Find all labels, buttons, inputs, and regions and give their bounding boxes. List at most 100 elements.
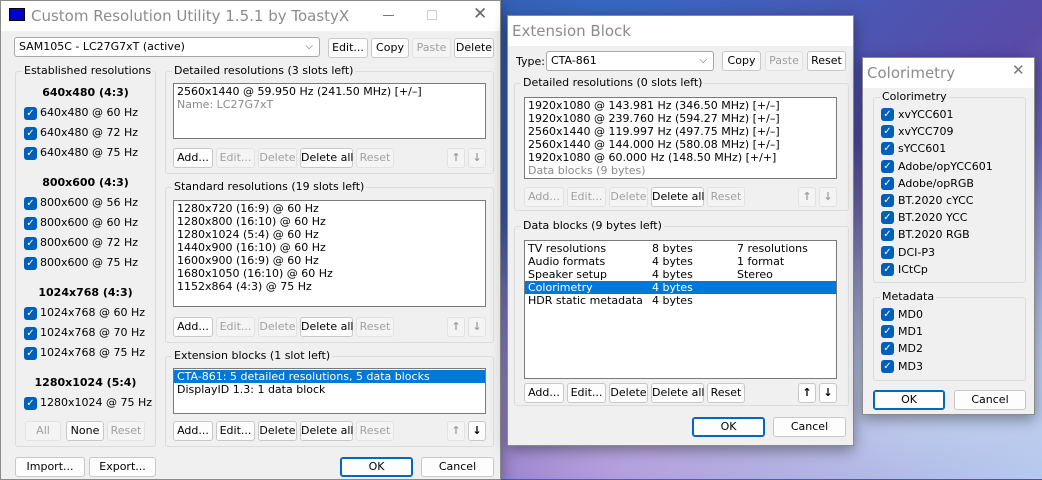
reset-button[interactable]: Reset bbox=[107, 421, 145, 441]
edit-display-button[interactable]: Edit... bbox=[328, 38, 368, 58]
list-item[interactable]: 1280x800 (16:10) @ 60 Hz bbox=[177, 215, 482, 228]
list-item[interactable]: 2560x1440 @ 119.997 Hz (497.75 MHz) [+/–… bbox=[528, 125, 833, 138]
checkbox-icon[interactable]: ✓ bbox=[24, 217, 37, 230]
delete-button[interactable]: Delete bbox=[258, 317, 297, 337]
add-button[interactable]: Add... bbox=[173, 421, 213, 441]
checkbox-icon[interactable]: ✓ bbox=[881, 176, 894, 190]
established-resolution-checkbox[interactable]: 800x600 @ 60 Hz bbox=[40, 216, 138, 229]
checkbox-icon[interactable]: ✓ bbox=[881, 228, 894, 242]
checkbox-label[interactable]: Adobe/opYCC601 bbox=[898, 160, 993, 173]
add-button[interactable]: Add... bbox=[173, 148, 213, 168]
export-button[interactable]: Export... bbox=[89, 457, 156, 477]
minimize-icon[interactable] bbox=[383, 15, 394, 16]
checkbox-label[interactable]: MD3 bbox=[898, 360, 923, 373]
move-down-button[interactable]: ↓ bbox=[468, 421, 486, 441]
copy-button[interactable]: Copy bbox=[722, 51, 761, 71]
checkbox-icon[interactable]: ✓ bbox=[24, 237, 37, 250]
move-down-button[interactable]: ↓ bbox=[468, 148, 486, 168]
copy-button[interactable]: Copy bbox=[371, 38, 409, 58]
list-item[interactable]: 1920x1080 @ 60.000 Hz (148.50 MHz) [+/+] bbox=[528, 151, 833, 164]
list-item[interactable]: 1600x900 (16:9) @ 60 Hz bbox=[177, 254, 482, 267]
delete-all-button[interactable]: Delete all bbox=[300, 148, 354, 168]
data-block-row[interactable]: HDR static metadata 4 bytes bbox=[528, 294, 833, 307]
add-button[interactable]: Add... bbox=[524, 187, 564, 207]
reset-button[interactable]: Reset bbox=[707, 383, 745, 403]
delete-display-button[interactable]: Delete bbox=[454, 38, 494, 58]
paste-button[interactable]: Paste bbox=[412, 38, 451, 58]
all-button[interactable]: All bbox=[25, 421, 61, 441]
list-item[interactable]: 1280x720 (16:9) @ 60 Hz bbox=[177, 202, 482, 215]
cancel-button[interactable]: Cancel bbox=[421, 457, 494, 477]
checkbox-icon[interactable]: ✓ bbox=[881, 245, 894, 259]
extension-blocks-list[interactable]: CTA-861: 5 detailed resolutions, 5 data … bbox=[173, 368, 486, 414]
checkbox-icon[interactable]: ✓ bbox=[24, 147, 37, 160]
checkbox-icon[interactable]: ✓ bbox=[881, 308, 894, 321]
checkbox-icon[interactable]: ✓ bbox=[881, 125, 894, 139]
list-item[interactable]: DisplayID 1.3: 1 data block bbox=[177, 383, 482, 396]
move-up-button[interactable]: ↑ bbox=[798, 187, 816, 207]
move-up-button[interactable]: ↑ bbox=[798, 383, 816, 403]
list-item[interactable]: 2560x1440 @ 144.000 Hz (580.08 MHz) [+/–… bbox=[528, 138, 833, 151]
list-item[interactable]: 1152x864 (4:3) @ 75 Hz bbox=[177, 280, 482, 293]
edit-button[interactable]: Edit... bbox=[567, 383, 606, 403]
checkbox-label[interactable]: ICtCp bbox=[898, 263, 928, 276]
edit-button[interactable]: Edit... bbox=[216, 421, 255, 441]
cancel-button[interactable]: Cancel bbox=[773, 417, 846, 437]
checkbox-icon[interactable]: ✓ bbox=[881, 194, 894, 207]
checkbox-label[interactable]: sYCC601 bbox=[898, 142, 946, 155]
checkbox-label[interactable]: BT.2020 cYCC bbox=[898, 194, 973, 207]
established-resolution-checkbox[interactable]: 800x600 @ 56 Hz bbox=[40, 196, 138, 209]
standard-resolutions-list[interactable]: 1280x720 (16:9) @ 60 Hz 1280x800 (16:10) … bbox=[173, 200, 486, 307]
list-item[interactable]: Data blocks (9 bytes) bbox=[528, 164, 833, 177]
edit-button[interactable]: Edit... bbox=[567, 187, 606, 207]
reset-button[interactable]: Reset bbox=[356, 421, 394, 441]
add-button[interactable]: Add... bbox=[524, 383, 564, 403]
title-bar[interactable]: Colorimetry ✕ bbox=[863, 58, 1034, 88]
ok-button[interactable]: OK bbox=[873, 390, 945, 410]
checkbox-icon[interactable]: ✓ bbox=[881, 108, 894, 121]
delete-all-button[interactable]: Delete all bbox=[300, 421, 354, 441]
reset-button[interactable]: Reset bbox=[356, 317, 394, 337]
established-resolution-checkbox[interactable]: 1024x768 @ 70 Hz bbox=[40, 326, 145, 339]
established-resolution-checkbox[interactable]: 640x480 @ 60 Hz bbox=[40, 106, 138, 119]
list-item[interactable]: 1680x1050 (16:10) @ 60 Hz bbox=[177, 267, 482, 280]
checkbox-icon[interactable]: ✓ bbox=[24, 107, 37, 120]
title-bar[interactable]: Custom Resolution Utility 1.5.1 by Toast… bbox=[1, 1, 500, 31]
data-blocks-list[interactable]: TV resolutions 8 bytes 7 resolutions Audio … bbox=[524, 240, 837, 379]
list-item[interactable]: CTA-861: 5 detailed resolutions, 5 data … bbox=[174, 370, 485, 383]
detailed-resolutions-list[interactable]: 2560x1440 @ 59.950 Hz (241.50 MHz) [+/–]… bbox=[173, 83, 486, 139]
checkbox-icon[interactable]: ✓ bbox=[881, 342, 894, 356]
checkbox-icon[interactable]: ✓ bbox=[24, 307, 37, 320]
established-resolution-checkbox[interactable]: 1280x1024 @ 75 Hz bbox=[40, 396, 152, 409]
checkbox-icon[interactable]: ✓ bbox=[24, 257, 37, 270]
checkbox-label[interactable]: BT.2020 YCC bbox=[898, 211, 967, 224]
checkbox-icon[interactable]: ✓ bbox=[881, 262, 894, 276]
data-block-row[interactable]: Speaker setup 4 bytes Stereo bbox=[528, 268, 833, 281]
move-up-button[interactable]: ↑ bbox=[447, 421, 465, 441]
reset-button[interactable]: Reset bbox=[707, 187, 745, 207]
checkbox-label[interactable]: xvYCC601 bbox=[898, 108, 954, 121]
data-block-row[interactable]: Colorimetry 4 bytes bbox=[525, 281, 836, 294]
established-resolution-checkbox[interactable]: 1024x768 @ 60 Hz bbox=[40, 306, 145, 319]
checkbox-label[interactable]: MD0 bbox=[898, 308, 923, 321]
checkbox-label[interactable]: Adobe/opRGB bbox=[898, 177, 974, 190]
move-up-button[interactable]: ↑ bbox=[447, 317, 465, 337]
title-bar[interactable]: Extension Block bbox=[508, 16, 853, 46]
checkbox-label[interactable]: BT.2020 RGB bbox=[898, 228, 970, 241]
reset-button[interactable]: Reset bbox=[356, 148, 394, 168]
move-down-button[interactable]: ↓ bbox=[819, 383, 837, 403]
delete-all-button[interactable]: Delete all bbox=[300, 317, 354, 337]
delete-all-button[interactable]: Delete all bbox=[651, 187, 705, 207]
established-resolution-checkbox[interactable]: 640x480 @ 75 Hz bbox=[40, 146, 138, 159]
checkbox-icon[interactable]: ✓ bbox=[24, 327, 37, 340]
type-select[interactable]: CTA-861 ⌵ bbox=[546, 51, 714, 71]
import-button[interactable]: Import... bbox=[15, 457, 85, 477]
list-item[interactable]: 2560x1440 @ 59.950 Hz (241.50 MHz) [+/–] bbox=[177, 85, 482, 98]
checkbox-icon[interactable]: ✓ bbox=[881, 211, 894, 225]
paste-button[interactable]: Paste bbox=[765, 51, 803, 71]
delete-button[interactable]: Delete bbox=[258, 421, 297, 441]
delete-button[interactable]: Delete bbox=[609, 187, 648, 207]
data-block-row[interactable]: TV resolutions 8 bytes 7 resolutions bbox=[528, 242, 833, 255]
maximize-icon[interactable] bbox=[427, 10, 437, 20]
close-icon[interactable]: ✕ bbox=[473, 4, 487, 24]
